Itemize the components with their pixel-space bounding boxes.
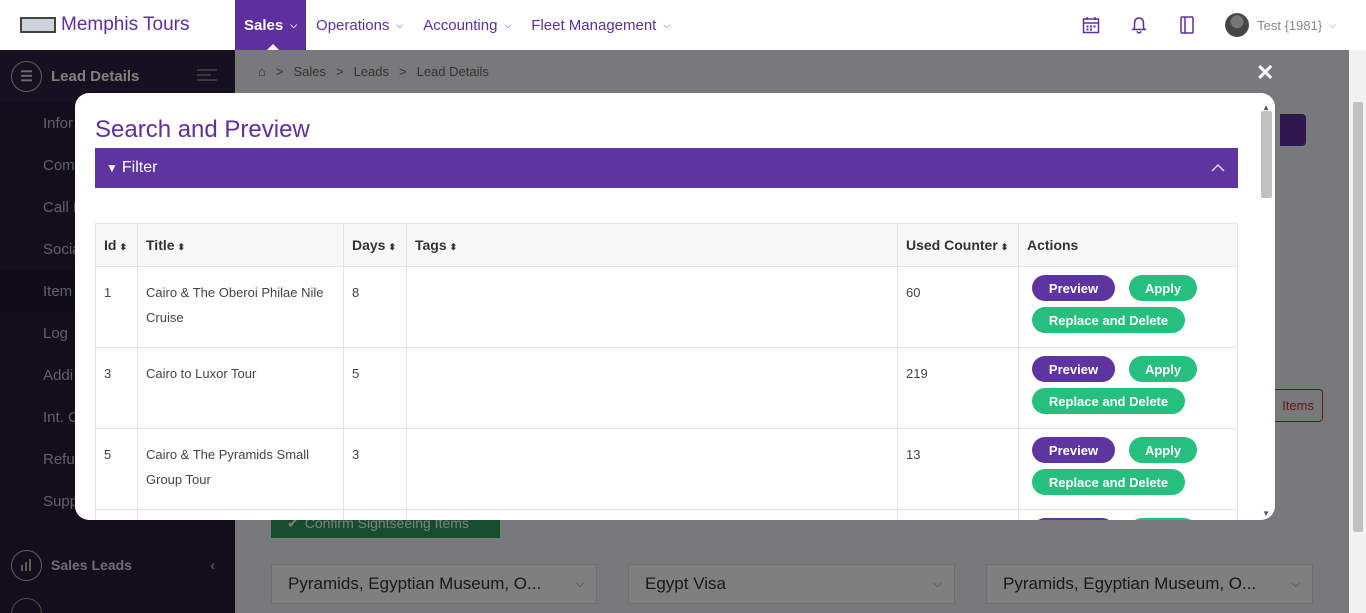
apply-button[interactable]: Apply <box>1129 437 1197 463</box>
cell-actions <box>1018 509 1238 520</box>
chevron-up-icon <box>1211 163 1225 172</box>
replace-and-delete-button[interactable]: Replace and Delete <box>1032 307 1185 333</box>
results-table: Id ⬍ Title ⬍ Days ⬍ Tags ⬍ Used Counter ⬍ Act… <box>95 223 1238 520</box>
cell-tags <box>406 347 898 429</box>
cell-days <box>343 509 407 520</box>
preview-button[interactable] <box>1032 518 1115 520</box>
table-row: 5 Cairo & The Pyramids Small Group Tour … <box>95 428 1238 510</box>
cell-tags <box>406 509 898 520</box>
page-scrollbar[interactable] <box>1349 50 1366 613</box>
search-preview-modal: Search and Preview ▼ Filter Id ⬍ Title ⬍ D… <box>75 93 1275 520</box>
sort-icon: ⬍ <box>119 242 127 252</box>
nav-operations-label: Operations <box>316 16 390 34</box>
cell-days: 3 <box>343 428 407 510</box>
chevron-down-icon: ⌵ <box>1329 19 1336 30</box>
column-header-actions: Actions <box>1018 223 1238 267</box>
column-header-label: Tags <box>415 237 447 253</box>
sort-icon: ⬍ <box>449 242 458 252</box>
sort-icon: ⬍ <box>388 242 397 252</box>
app-name: Memphis Tours <box>61 14 190 35</box>
cell-used-counter <box>897 509 1019 520</box>
nav-accounting-label: Accounting <box>423 16 498 34</box>
cell-id <box>95 509 138 520</box>
column-header-days[interactable]: Days ⬍ <box>343 223 407 267</box>
table-row <box>95 509 1238 520</box>
user-name: Test {1981} <box>1257 17 1323 33</box>
logo[interactable]: Memphis Tours <box>0 14 235 36</box>
modal-scrollbar-thumb[interactable] <box>1261 111 1272 198</box>
user-menu[interactable]: Test {1981} ⌵ <box>1225 13 1336 37</box>
replace-and-delete-button[interactable]: Replace and Delete <box>1032 388 1185 414</box>
sort-icon: ⬍ <box>177 242 186 252</box>
cell-title <box>137 509 344 520</box>
apply-button[interactable]: Apply <box>1129 356 1197 382</box>
apply-button[interactable] <box>1129 518 1197 520</box>
replace-and-delete-button[interactable]: Replace and Delete <box>1032 469 1185 495</box>
cell-used-counter: 219 <box>897 347 1019 429</box>
column-header-label: Actions <box>1027 237 1079 253</box>
notebook-icon[interactable] <box>1163 0 1211 50</box>
sort-icon: ⬍ <box>1000 242 1009 252</box>
close-icon[interactable]: ✕ <box>1256 62 1274 84</box>
cell-id: 3 <box>95 347 138 429</box>
nav-sales-label: Sales <box>244 16 284 34</box>
chevron-down-icon: ⌵ <box>504 19 512 30</box>
table-row: 3 Cairo to Luxor Tour 5 219 Preview Appl… <box>95 347 1238 429</box>
modal-scrollbar[interactable]: ▲ ▼ <box>1258 103 1275 520</box>
table-row: 1 Cairo & The Oberoi Philae Nile Cruise … <box>95 266 1238 348</box>
bell-icon[interactable] <box>1115 0 1163 50</box>
cell-days: 5 <box>343 347 407 429</box>
cell-used-counter: 60 <box>897 266 1019 348</box>
cell-title: Cairo & The Oberoi Philae Nile Cruise <box>137 266 344 348</box>
nav-sales[interactable]: Sales ⌵ <box>235 0 307 50</box>
column-header-label: Days <box>352 237 386 253</box>
column-header-label: Id <box>104 237 117 253</box>
preview-button[interactable]: Preview <box>1032 275 1115 301</box>
chevron-down-icon: ⌵ <box>290 19 298 30</box>
logo-icon <box>20 17 56 33</box>
column-header-title[interactable]: Title ⬍ <box>137 223 344 267</box>
cell-actions: Preview Apply Replace and Delete <box>1018 266 1238 348</box>
filter-icon: ▼ <box>106 161 118 175</box>
page-scrollbar-thumb[interactable] <box>1353 102 1363 532</box>
cell-tags <box>406 428 898 510</box>
preview-button[interactable]: Preview <box>1032 437 1115 463</box>
cell-id: 1 <box>95 266 138 348</box>
nav-accounting[interactable]: Accounting ⌵ <box>413 0 521 50</box>
chevron-down-icon: ⌵ <box>396 19 404 30</box>
cell-id: 5 <box>95 428 138 510</box>
cell-days: 8 <box>343 266 407 348</box>
top-navbar: Memphis Tours Sales ⌵ Operations ⌵ Accou… <box>0 0 1366 50</box>
column-header-tags[interactable]: Tags ⬍ <box>406 223 898 267</box>
scroll-down-arrow-icon[interactable]: ▼ <box>1262 509 1270 518</box>
column-header-label: Used Counter <box>906 237 998 253</box>
nav-fleet-management[interactable]: Fleet Management ⌵ <box>521 0 680 50</box>
cell-tags <box>406 266 898 348</box>
filter-label: Filter <box>121 159 158 176</box>
table-header-row: Id ⬍ Title ⬍ Days ⬍ Tags ⬍ Used Counter ⬍ Act… <box>95 223 1238 267</box>
cell-actions: Preview Apply Replace and Delete <box>1018 428 1238 510</box>
modal-title: Search and Preview <box>95 116 310 143</box>
nav-operations[interactable]: Operations ⌵ <box>306 0 413 50</box>
avatar <box>1225 13 1250 37</box>
apply-button[interactable]: Apply <box>1129 275 1197 301</box>
preview-button[interactable]: Preview <box>1032 356 1115 382</box>
nav-fleet-label: Fleet Management <box>531 16 657 34</box>
cell-actions: Preview Apply Replace and Delete <box>1018 347 1238 429</box>
cell-title: Cairo & The Pyramids Small Group Tour <box>137 428 344 510</box>
cell-used-counter: 13 <box>897 428 1019 510</box>
column-header-id[interactable]: Id ⬍ <box>95 223 138 267</box>
cell-title: Cairo to Luxor Tour <box>137 347 344 429</box>
filter-panel-toggle[interactable]: ▼ Filter <box>95 148 1238 188</box>
chevron-down-icon: ⌵ <box>663 19 671 30</box>
column-header-used-counter[interactable]: Used Counter ⬍ <box>897 223 1019 267</box>
calendar-icon[interactable] <box>1067 0 1115 50</box>
column-header-label: Title <box>146 237 175 253</box>
